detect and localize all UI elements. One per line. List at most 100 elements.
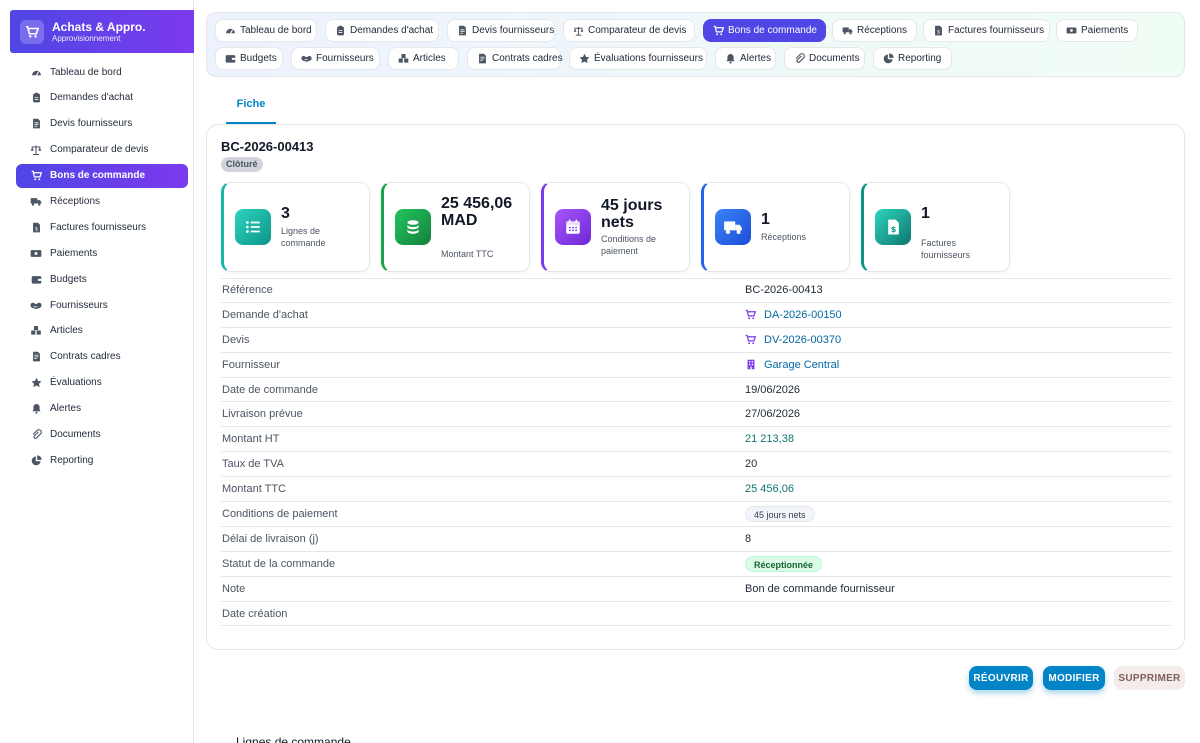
money-icon xyxy=(1066,25,1077,36)
tab-reporting[interactable]: Reporting xyxy=(873,47,952,70)
detail-row: Date de commande 19/06/2026 xyxy=(221,378,1171,403)
tab-label: Évaluations fournisseurs xyxy=(594,53,703,64)
record-title: BC-2026-00413 xyxy=(221,139,314,154)
sidebar-item-tableau-de-bord[interactable]: Tableau de bord xyxy=(16,60,188,84)
truck-icon xyxy=(842,25,853,36)
sidebar: Achats & Appro. Approvisionnement Tablea… xyxy=(0,0,194,743)
stat-value: 1 xyxy=(761,211,770,228)
gauge-icon xyxy=(225,25,236,36)
detail-row: Devis DV-2026-00370 xyxy=(221,328,1171,353)
sidebar-item-demandes-d-achat[interactable]: Demandes d'achat xyxy=(16,86,188,110)
svg-text:$: $ xyxy=(34,226,37,232)
field-value: Réceptionnée xyxy=(745,555,823,572)
field-value[interactable]: DA-2026-00150 xyxy=(745,309,842,321)
cart-icon xyxy=(713,25,724,36)
reopen-button[interactable]: RÉOUVRIR xyxy=(969,666,1033,690)
tab-label: Paiements xyxy=(1081,25,1129,36)
sidebar-item-label: Reporting xyxy=(50,454,94,466)
sidebar-item-devis-fournisseurs[interactable]: Devis fournisseurs xyxy=(16,112,188,136)
sidebar-item-alertes[interactable]: Alertes xyxy=(16,397,188,421)
tab-contrats-cadres[interactable]: Contrats cadres xyxy=(467,47,563,70)
contract-icon xyxy=(477,53,488,64)
field-label: Demande d'achat xyxy=(222,308,308,321)
sidebar-nav: Tableau de bord Demandes d'achat Devis fou… xyxy=(16,60,188,474)
field-label: Montant TTC xyxy=(222,483,286,496)
field-label: Fournisseur xyxy=(222,358,281,371)
tab-comparateur-de-devis[interactable]: Comparateur de devis xyxy=(563,19,695,42)
paperclip-icon xyxy=(30,428,42,440)
pie-icon xyxy=(883,53,894,64)
tab-evaluations-fournisseurs[interactable]: Évaluations fournisseurs xyxy=(569,47,707,70)
sidebar-item-label: Contrats cadres xyxy=(50,351,121,363)
field-value[interactable]: Garage Central xyxy=(745,359,839,371)
sidebar-item-receptions[interactable]: Réceptions xyxy=(16,189,188,213)
field-value: 27/06/2026 xyxy=(745,408,800,420)
bell-icon xyxy=(725,53,736,64)
detail-row: Note Bon de commande fournisseur xyxy=(221,577,1171,602)
field-link[interactable]: DA-2026-00150 xyxy=(764,309,842,321)
tab-documents[interactable]: Documents xyxy=(784,47,865,70)
stat-label: Conditions de paiement xyxy=(601,234,657,256)
cart-icon xyxy=(30,170,42,182)
brand-header[interactable]: Achats & Appro. Approvisionnement xyxy=(10,10,194,53)
field-value[interactable]: DV-2026-00370 xyxy=(745,334,841,346)
sidebar-item-documents[interactable]: Documents xyxy=(16,422,188,446)
wallet-icon xyxy=(30,273,42,285)
tab-articles[interactable]: Articles xyxy=(388,47,459,70)
tab-budgets[interactable]: Budgets xyxy=(215,47,283,70)
detail-row: Statut de la commande Réceptionnée xyxy=(221,552,1171,577)
stat-value: 3 xyxy=(281,205,290,222)
tab-demandes-d-achat[interactable]: Demandes d'achat xyxy=(325,19,439,42)
tab-devis-fournisseurs[interactable]: Devis fournisseurs xyxy=(447,19,555,42)
field-text: 20 xyxy=(745,458,758,471)
invoice-icon: $ xyxy=(933,25,944,36)
paperclip-icon xyxy=(794,53,805,64)
delete-button[interactable]: SUPPRIMER xyxy=(1114,666,1185,690)
tab-receptions[interactable]: Réceptions xyxy=(832,19,917,42)
sidebar-item-paiements[interactable]: Paiements xyxy=(16,241,188,265)
sidebar-item-fournisseurs[interactable]: Fournisseurs xyxy=(16,293,188,317)
detail-row: Montant HT 21 213,38 xyxy=(221,427,1171,453)
tab-alertes[interactable]: Alertes xyxy=(715,47,776,70)
detail-row: Date création xyxy=(221,602,1171,627)
detail-row: Demande d'achat DA-2026-00150 xyxy=(221,303,1171,328)
field-value: Bon de commande fournisseur xyxy=(745,583,895,595)
sidebar-item-label: Tableau de bord xyxy=(50,66,122,78)
status-chip: 45 jours nets xyxy=(745,505,815,522)
tab-bons-de-commande[interactable]: Bons de commande xyxy=(703,19,826,42)
sidebar-item-evaluations[interactable]: Évaluations xyxy=(16,371,188,395)
field-label: Montant HT xyxy=(222,433,280,446)
tab-label: Factures fournisseurs xyxy=(948,25,1045,36)
tab-fiche[interactable]: Fiche xyxy=(226,90,276,124)
tab-factures-fournisseurs[interactable]: $ Factures fournisseurs xyxy=(923,19,1050,42)
sidebar-item-articles[interactable]: Articles xyxy=(16,319,188,343)
field-link[interactable]: DV-2026-00370 xyxy=(764,334,841,346)
edit-button[interactable]: MODIFIER xyxy=(1043,666,1105,690)
star-icon xyxy=(30,377,42,389)
amount-value: 25 456,06 xyxy=(745,483,794,496)
field-label: Référence xyxy=(222,284,273,297)
detail-row: Taux de TVA 20 xyxy=(221,452,1171,478)
tab-label: Documents xyxy=(809,53,860,64)
stat-card: 3 Lignes de commande xyxy=(221,182,370,272)
tab-fournisseurs[interactable]: Fournisseurs xyxy=(291,47,380,70)
sidebar-item-factures-fournisseurs[interactable]: $ Factures fournisseurs xyxy=(16,215,188,239)
tab-tableau-de-bord[interactable]: Tableau de bord xyxy=(215,19,317,42)
cart-icon xyxy=(20,19,44,44)
sidebar-item-comparateur-de-devis[interactable]: Comparateur de devis xyxy=(16,138,188,162)
document-icon xyxy=(457,25,468,36)
field-link[interactable]: Garage Central xyxy=(764,359,839,371)
tab-label: Tableau de bord xyxy=(240,25,312,36)
boxes-icon xyxy=(30,325,42,337)
stat-label: Lignes de commande xyxy=(281,226,326,248)
tab-label: Réceptions xyxy=(857,25,908,36)
sidebar-item-reporting[interactable]: Reporting xyxy=(16,448,188,472)
sidebar-item-budgets[interactable]: Budgets xyxy=(16,267,188,291)
stat-card: 1 Réceptions xyxy=(701,182,850,272)
stat-card: 45 jours nets Conditions de paiement xyxy=(541,182,690,272)
tab-paiements[interactable]: Paiements xyxy=(1056,19,1138,42)
tab-label: Contrats cadres xyxy=(492,53,563,64)
sidebar-item-bons-de-commande[interactable]: Bons de commande xyxy=(16,163,188,188)
sidebar-item-contrats-cadres[interactable]: Contrats cadres xyxy=(16,345,188,369)
clipboard-icon xyxy=(335,25,346,36)
